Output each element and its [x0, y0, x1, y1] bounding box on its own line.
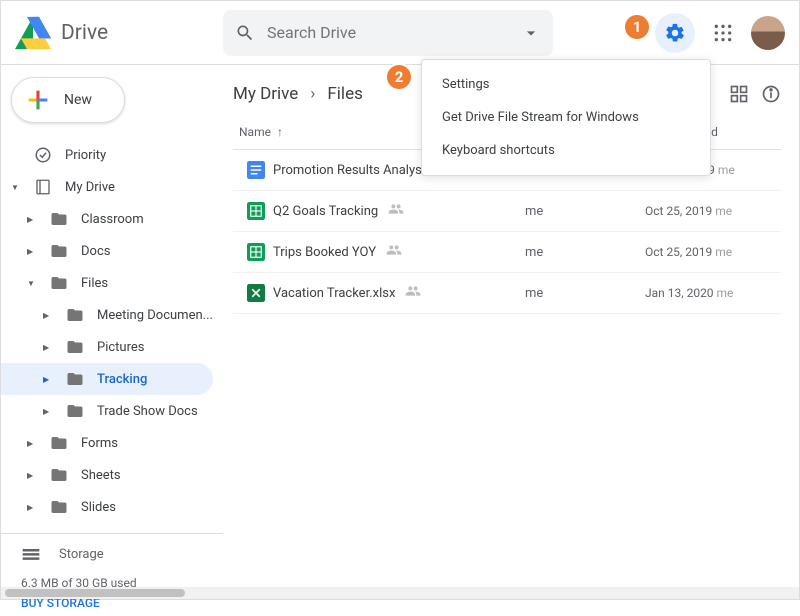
settings-button[interactable] [655, 13, 695, 53]
menu-file-stream[interactable]: Get Drive File Stream for Windows [422, 101, 710, 134]
search-icon [235, 23, 255, 43]
file-owner: me [525, 286, 645, 301]
sidebar: New Priority ▼ My Drive ▶Classroom▶Docs▼… [1, 65, 223, 599]
shared-icon [388, 201, 404, 221]
file-owner: me [525, 204, 645, 219]
file-row[interactable]: Vacation Tracker.xlsx meJan 13, 2020 me [233, 273, 781, 314]
sidebar-item-priority[interactable]: Priority [1, 139, 213, 171]
sidebar-folder[interactable]: ▶Sheets [1, 459, 213, 491]
grid-view-icon[interactable] [729, 84, 749, 104]
drive-logo-icon [15, 15, 51, 51]
info-icon[interactable] [761, 84, 781, 104]
sidebar-folder[interactable]: ▼Files [1, 267, 213, 299]
header-actions [655, 13, 785, 53]
search-dropdown-icon[interactable] [521, 23, 541, 43]
file-type-icon [239, 284, 273, 302]
mydrive-icon [34, 178, 52, 196]
storage-icon [21, 544, 41, 564]
apps-grid-icon [713, 23, 733, 43]
sidebar-folder[interactable]: ▶Classroom [1, 203, 213, 235]
new-label: New [64, 92, 92, 108]
file-modified: Jan 13, 2020 me [645, 286, 775, 300]
priority-icon [34, 146, 52, 164]
caret-icon[interactable]: ▶ [27, 471, 47, 480]
search-bar[interactable] [223, 10, 553, 56]
callout-2: 2 [385, 63, 413, 91]
caret-icon[interactable]: ▶ [27, 439, 47, 448]
caret-icon[interactable]: ▶ [27, 215, 47, 224]
folder-icon [47, 274, 71, 292]
header: Drive [1, 1, 799, 65]
folder-icon [47, 242, 71, 260]
new-button[interactable]: New [11, 77, 125, 123]
file-type-icon [239, 161, 273, 179]
file-row[interactable]: Trips Booked YOY meOct 25, 2019 me [233, 232, 781, 273]
plus-icon [24, 86, 52, 114]
caret-down-icon[interactable]: ▼ [11, 183, 31, 192]
folder-icon [47, 498, 71, 516]
folder-icon [63, 370, 87, 388]
logo-wrap[interactable]: Drive [15, 15, 223, 51]
storage-section: Storage 6.3 MB of 30 GB used BUY STORAGE [1, 538, 223, 616]
file-name: Vacation Tracker.xlsx [273, 286, 395, 301]
chevron-right-icon: › [310, 84, 315, 104]
sidebar-subfolder[interactable]: ▶Meeting Documen... [1, 299, 213, 331]
gear-icon [664, 22, 686, 44]
sidebar-subfolder[interactable]: ▶Trade Show Docs [1, 395, 213, 427]
nav-tree: Priority ▼ My Drive ▶Classroom▶Docs▼File… [1, 135, 223, 616]
sidebar-folder[interactable]: ▶Forms [1, 427, 213, 459]
caret-icon[interactable]: ▶ [43, 343, 63, 352]
sidebar-folder[interactable]: ▶Docs [1, 235, 213, 267]
caret-icon[interactable]: ▶ [27, 247, 47, 256]
breadcrumb-folder[interactable]: Files [327, 84, 362, 104]
avatar[interactable] [751, 16, 785, 50]
file-modified: Oct 25, 2019 me [645, 204, 775, 218]
settings-menu: Settings Get Drive File Stream for Windo… [421, 59, 711, 176]
breadcrumb-root[interactable]: My Drive [233, 84, 298, 104]
shared-icon [405, 283, 421, 303]
sidebar-subfolder[interactable]: ▶Pictures [1, 331, 213, 363]
caret-icon[interactable]: ▶ [43, 375, 63, 384]
search-input[interactable] [267, 23, 521, 42]
apps-button[interactable] [703, 13, 743, 53]
folder-icon [63, 338, 87, 356]
caret-icon[interactable]: ▼ [27, 279, 47, 288]
file-name: Promotion Results Analysis [273, 163, 432, 178]
menu-settings[interactable]: Settings [422, 68, 710, 101]
shared-icon [386, 242, 402, 262]
file-modified: Oct 25, 2019 me [645, 245, 775, 259]
folder-icon [47, 466, 71, 484]
sort-arrow-icon: ↑ [277, 125, 283, 139]
file-type-icon [239, 243, 273, 261]
file-row[interactable]: Q2 Goals Tracking meOct 25, 2019 me [233, 191, 781, 232]
caret-icon[interactable]: ▶ [43, 407, 63, 416]
file-owner: me [525, 245, 645, 260]
file-type-icon [239, 202, 273, 220]
brand-name: Drive [61, 21, 108, 45]
folder-icon [47, 210, 71, 228]
file-name: Trips Booked YOY [273, 245, 376, 260]
file-name: Q2 Goals Tracking [273, 204, 378, 219]
caret-icon[interactable]: ▶ [43, 311, 63, 320]
folder-icon [63, 306, 87, 324]
sidebar-folder[interactable]: ▶Slides [1, 491, 213, 523]
sidebar-item-mydrive[interactable]: ▼ My Drive [1, 171, 213, 203]
horizontal-scrollbar[interactable] [1, 587, 799, 599]
caret-icon[interactable]: ▶ [27, 503, 47, 512]
callout-1: 1 [623, 13, 651, 41]
folder-icon [63, 402, 87, 420]
sidebar-subfolder[interactable]: ▶Tracking [1, 363, 213, 395]
folder-icon [47, 434, 71, 452]
menu-shortcuts[interactable]: Keyboard shortcuts [422, 134, 710, 167]
